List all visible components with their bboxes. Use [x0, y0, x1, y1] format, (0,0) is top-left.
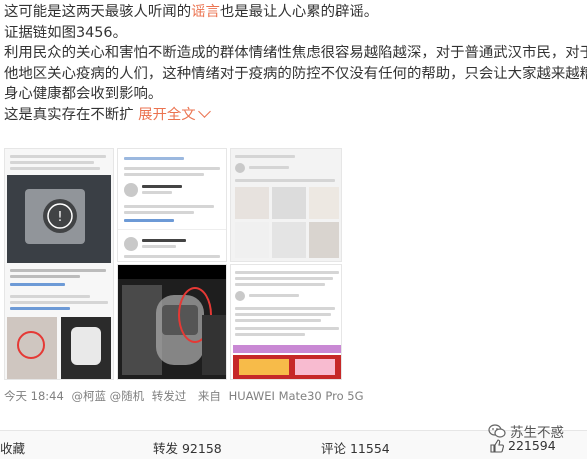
repost-label[interactable]: 转发 92158 — [153, 441, 222, 456]
watermark: 苏生不惑 — [488, 421, 564, 441]
comment-button[interactable]: 评论 11554 — [321, 438, 390, 457]
post-line-3: 利用民众的关心和害怕不断造成的群体情绪性焦虑很容易越陷越深，对于普通武汉市民，对… — [4, 45, 587, 61]
favorite-label[interactable]: 收藏 — [0, 441, 25, 456]
post-line-6-text: 这是真实存在不断扩 — [4, 106, 134, 123]
svg-text:!: ! — [57, 210, 62, 225]
post-line-5: 身心健康都会收到影响。 — [4, 86, 163, 102]
post-line-4: 他地区关心疫病的人们，这种情绪对于疫病的防控不仅没有任何的帮助，只会让大家越来越… — [4, 65, 587, 82]
chevron-down-icon — [197, 104, 211, 118]
source-prefix: 来自 — [197, 389, 221, 403]
source-device[interactable]: HUAWEI Mate30 Pro 5G — [229, 389, 364, 403]
post-line-2: 证据链如图3456。 — [4, 24, 127, 41]
gallery-image-1[interactable]: ! — [4, 148, 114, 380]
favorite-button[interactable]: 收藏 — [0, 438, 25, 457]
post-line-1-text: 这可能是这两天最骇人听闻的 — [4, 4, 192, 20]
gallery-image-4[interactable] — [230, 148, 342, 262]
comment-label[interactable]: 评论 11554 — [321, 441, 390, 456]
gallery-image-5[interactable] — [230, 264, 342, 380]
wechat-icon — [488, 424, 506, 438]
post-line-1-end: 也是最让人心累的辟谣。 — [219, 4, 379, 20]
post-authors[interactable]: @柯蓝 @随机 — [71, 389, 144, 403]
post-line-6: 这是真实存在不断扩 展开全文 — [4, 104, 587, 126]
expand-full-text-link[interactable]: 展开全文 — [138, 104, 211, 123]
play-icon[interactable]: ! — [43, 199, 77, 233]
gallery-image-2[interactable] — [117, 148, 227, 262]
gallery-image-3[interactable] — [117, 264, 227, 380]
post-meta: 今天 18:44 @柯蓝 @随机 转发过 来自 HUAWEI Mate30 Pr… — [4, 388, 368, 404]
post-text: 这可能是这两天最骇人听闻的谣言也是最让人心累的辟谣。 证据链如图3456。 利用… — [4, 2, 587, 125]
watermark-text: 苏生不惑 — [510, 425, 564, 441]
repost-button[interactable]: 转发 92158 — [153, 438, 222, 457]
rumor-highlight: 谣言 — [191, 4, 220, 20]
post-action: 转发过 — [151, 389, 187, 403]
post-line-1: 这可能是这两天最骇人听闻的谣言也是最让人心累的辟谣。 — [4, 2, 587, 23]
image-gallery: ! — [4, 148, 342, 380]
post-time[interactable]: 今天 18:44 — [4, 389, 64, 403]
expand-label[interactable]: 展开全文 — [138, 107, 196, 123]
